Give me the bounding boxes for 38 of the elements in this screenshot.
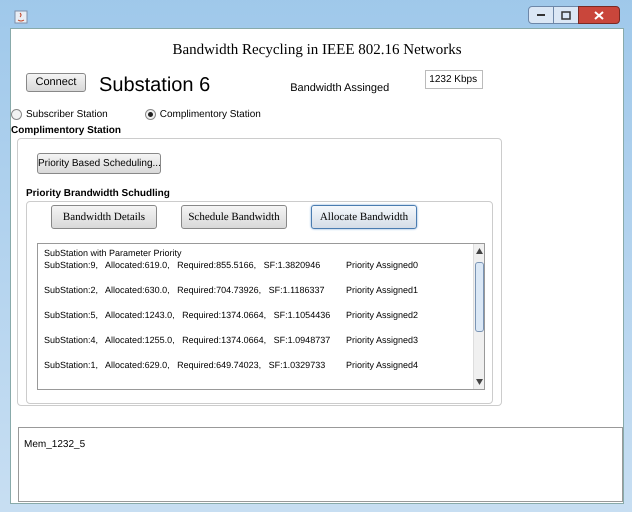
- scroll-thumb[interactable]: [474, 262, 484, 332]
- list-item-priority: Priority Assigned1: [346, 284, 418, 297]
- close-button[interactable]: [578, 6, 620, 24]
- scroll-down-icon[interactable]: [476, 379, 482, 385]
- maximize-button[interactable]: [554, 6, 578, 24]
- connect-button[interactable]: Connect: [26, 72, 86, 92]
- bandwidth-field: 1232 Kbps: [425, 70, 484, 88]
- minimize-button[interactable]: [528, 6, 554, 24]
- panel-title: Complimentory Station: [11, 125, 122, 137]
- list-item[interactable]: SubStation:1, Allocated:629.0, Required:649.74023, SF:1.0329733: [44, 358, 346, 372]
- list-header: SubStation with Parameter Priority: [44, 248, 183, 259]
- maximize-icon: [561, 10, 571, 20]
- station-name: Substation 6: [99, 73, 210, 98]
- list-item-priority: Priority Assigned3: [346, 334, 418, 347]
- action-button[interactable]: Allocate Bandwidth: [311, 205, 417, 229]
- minimize-icon: [536, 13, 546, 17]
- bandwidth-label: Bandwidth Assinged: [290, 80, 390, 96]
- action-button[interactable]: Schedule Bandwidth: [181, 205, 287, 229]
- radio-button[interactable]: [11, 108, 22, 120]
- list-item-priority: Priority Assigned4: [346, 358, 418, 372]
- log-area[interactable]: Mem_1232_5: [18, 427, 623, 502]
- radio-label: Subscriber Station: [26, 108, 108, 122]
- scrollbar[interactable]: [473, 244, 484, 389]
- list-item[interactable]: SubStation:4, Allocated:1255.0, Required:1374.0664, SF:1.0948737: [44, 334, 346, 348]
- scheduling-button[interactable]: Priority Based Scheduling...: [37, 153, 161, 174]
- close-icon: [594, 10, 604, 20]
- list-item-priority: Priority Assigned2: [346, 308, 418, 322]
- radio-button[interactable]: [144, 108, 156, 120]
- radio-label: Complimentory Station: [160, 108, 261, 122]
- list-item[interactable]: SubStation:5, Allocated:1243.0, Required:1374.0664, SF:1.1054436: [44, 308, 346, 322]
- scroll-up-icon[interactable]: [476, 248, 482, 254]
- window-title: Bandwidth Recycling in IEEE 802.16 Networks: [172, 40, 462, 60]
- panel-title: Priority Brandwidth Schudling: [26, 188, 171, 200]
- action-button[interactable]: Bandwidth Details: [51, 205, 157, 229]
- list-item-priority: Priority Assigned0: [346, 258, 418, 272]
- list-item[interactable]: SubStation:2, Allocated:630.0, Required:704.73926, SF:1.1186337: [44, 284, 346, 298]
- list-item[interactable]: SubStation:9, Allocated:619.0, Required:855.5166, SF:1.3820946: [44, 258, 346, 272]
- java-icon: [14, 10, 28, 24]
